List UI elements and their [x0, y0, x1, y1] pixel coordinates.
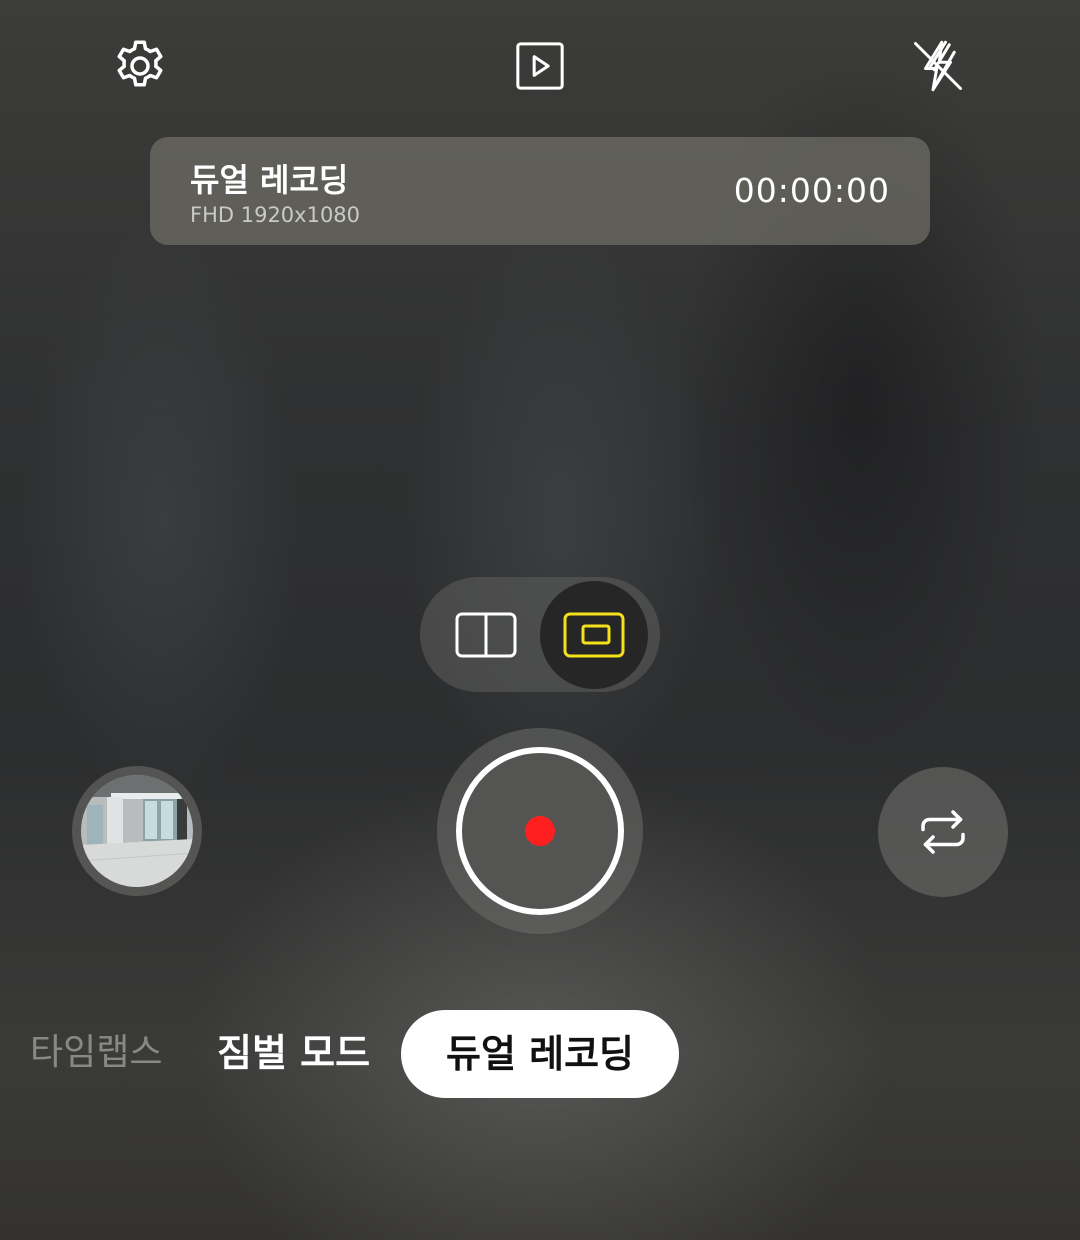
mode-gimbal[interactable]: 짐벌 모드 — [217, 1024, 370, 1082]
record-button[interactable] — [437, 728, 643, 934]
switch-camera-icon — [921, 810, 965, 854]
flash-off-icon[interactable] — [908, 36, 968, 96]
recording-timer: 00:00:00 — [733, 171, 890, 210]
record-dot — [525, 816, 555, 846]
mode-info-banner: 듀얼 레코딩 FHD 1920x1080 00:00:00 — [150, 137, 930, 245]
resolution-label: FHD 1920x1080 — [190, 203, 361, 227]
switch-camera-button[interactable] — [878, 767, 1008, 897]
banner-title: 듀얼 레코딩 — [190, 161, 349, 199]
mode-timelapse[interactable]: 타임랩스 — [30, 1024, 162, 1082]
last-capture-image — [81, 775, 193, 887]
record-ring — [456, 747, 624, 915]
gallery-thumbnail[interactable] — [72, 766, 202, 896]
mode-dual-recording[interactable]: 듀얼 레코딩 — [401, 1010, 679, 1098]
layout-toggle — [420, 577, 660, 692]
play-square-icon[interactable] — [510, 36, 570, 96]
gear-icon[interactable] — [110, 36, 170, 96]
picture-in-picture-icon[interactable] — [540, 581, 648, 689]
split-view-icon[interactable] — [432, 581, 540, 689]
